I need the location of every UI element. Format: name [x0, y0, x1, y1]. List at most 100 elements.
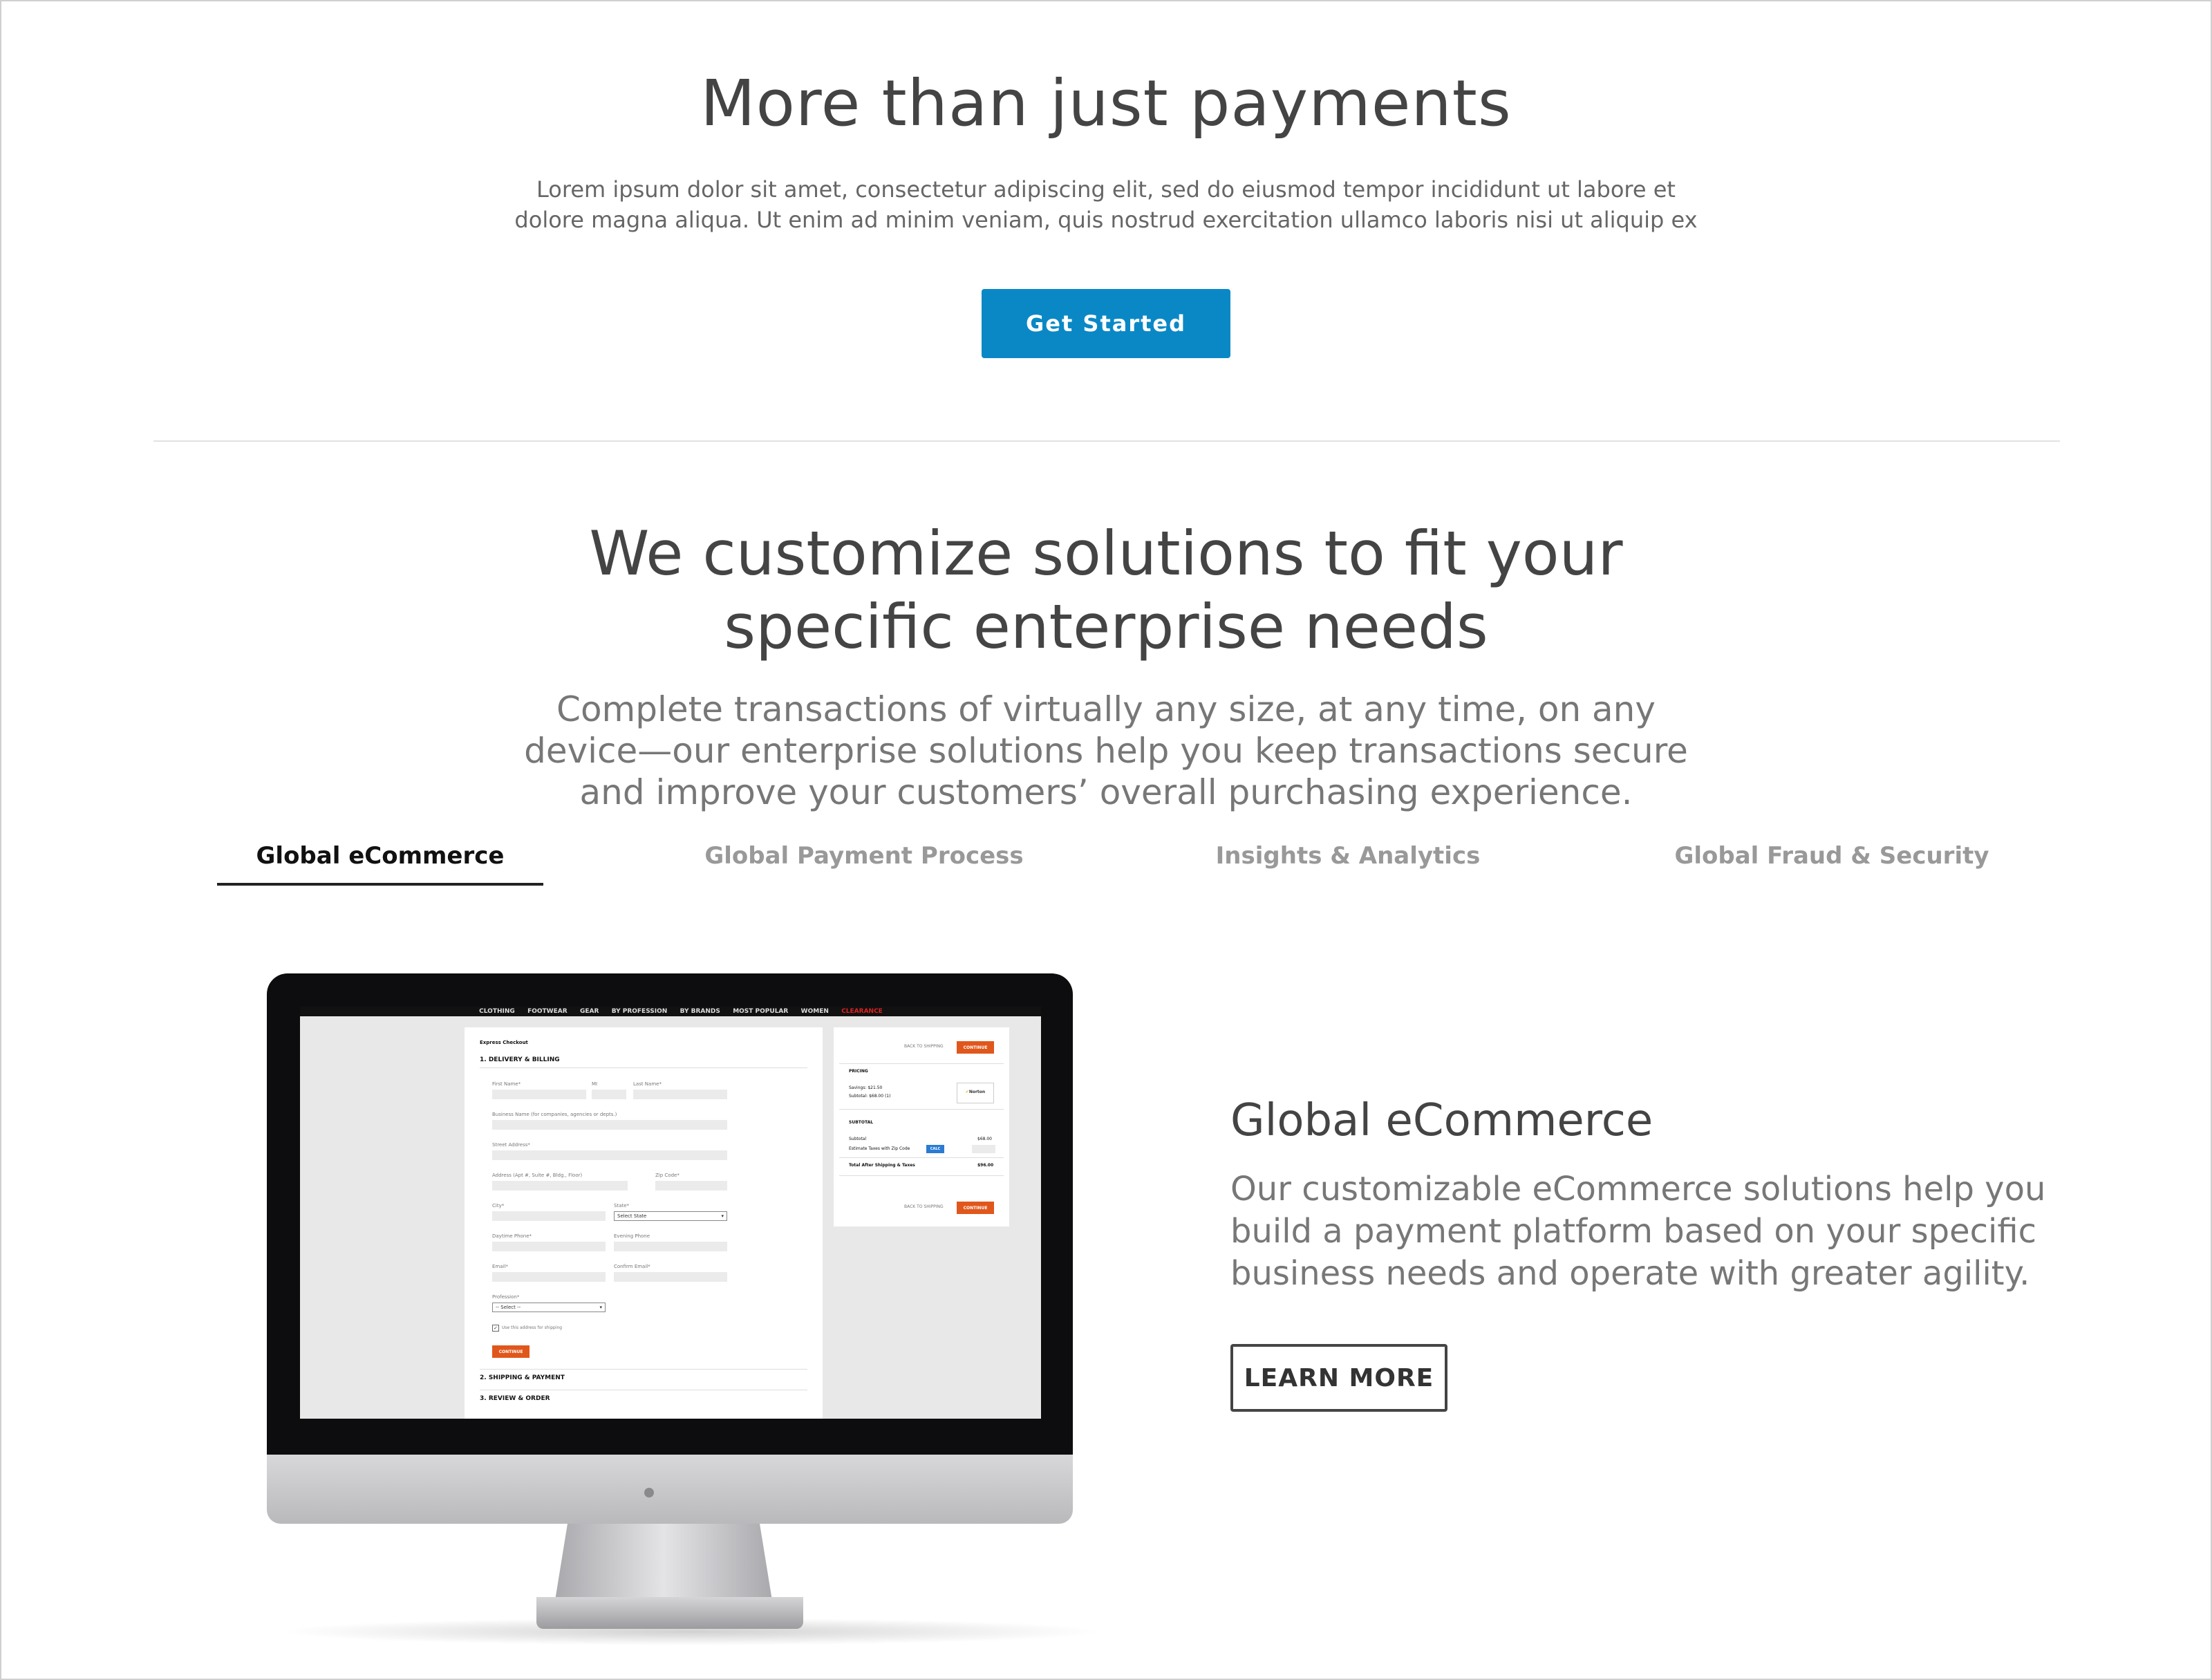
step-review-order: 3. REVIEW & ORDER	[480, 1395, 550, 1402]
field-label: State*	[614, 1203, 630, 1208]
divider	[839, 1157, 1004, 1158]
continue-button[interactable]: CONTINUE	[492, 1345, 529, 1358]
norton-label: Norton	[968, 1090, 986, 1094]
monitor-base	[536, 1597, 803, 1629]
solutions-title-line: specific enterprise needs	[724, 591, 1488, 662]
field-label: Address (Apt #, Suite #, Bldg., Floor)	[492, 1173, 583, 1178]
continue-button[interactable]: CONTINUE	[957, 1202, 994, 1214]
subtotal-value: $68.00	[977, 1137, 992, 1141]
step-shipping-payment: 2. SHIPPING & PAYMENT	[480, 1374, 565, 1381]
zip-code-input[interactable]	[972, 1145, 995, 1153]
checkbox-icon[interactable]: ✓	[492, 1325, 499, 1332]
last-name-input[interactable]	[633, 1090, 727, 1099]
monitor-screen: CLOTHING FOOTWEAR GEAR BY PROFESSION BY …	[300, 1007, 1041, 1419]
store-nav-item: BY PROFESSION	[611, 1008, 668, 1015]
chevron-down-icon: ▾	[599, 1305, 602, 1310]
field-label: Profession*	[492, 1294, 520, 1300]
store-nav-item: GEAR	[579, 1008, 599, 1015]
get-started-button[interactable]: Get Started	[982, 289, 1230, 358]
section-divider	[153, 440, 2060, 442]
email-input[interactable]	[492, 1272, 606, 1282]
solutions-title: We customize solutions to fit your speci…	[0, 517, 2212, 664]
subtotal-count: Subtotal: $68.00 (1)	[849, 1094, 891, 1099]
hero-title: More than just payments	[700, 66, 1512, 140]
divider	[480, 1369, 807, 1370]
monitor-chin	[267, 1455, 1073, 1524]
feature-text-line: build a payment platform based on your s…	[1230, 1212, 2036, 1251]
store-nav-item: CLEARANCE	[841, 1008, 883, 1015]
subtotal-label: Subtotal	[849, 1137, 867, 1141]
store-nav-item: WOMEN	[800, 1008, 829, 1015]
chevron-down-icon: ▾	[721, 1213, 724, 1219]
divider	[839, 1109, 1004, 1110]
active-tab-indicator	[217, 883, 543, 886]
store-nav-item: BY BRANDS	[679, 1008, 720, 1015]
mi-input[interactable]	[592, 1090, 626, 1099]
apple-logo-icon	[644, 1488, 654, 1497]
tab-global-ecommerce[interactable]: Global eCommerce	[217, 842, 543, 884]
field-label: Last Name*	[633, 1081, 662, 1087]
estimate-taxes-label: Estimate Taxes with Zip Code	[849, 1146, 910, 1151]
hero-text-line: Lorem ipsum dolor sit amet, consectetur …	[536, 176, 1676, 203]
back-to-shipping-link[interactable]: BACK TO SHIPPING	[904, 1044, 944, 1049]
address2-input[interactable]	[492, 1181, 628, 1191]
total-value: $96.00	[977, 1163, 994, 1168]
business-name-input[interactable]	[492, 1120, 727, 1130]
evening-phone-input[interactable]	[614, 1242, 727, 1251]
zip-input[interactable]	[655, 1181, 727, 1191]
store-nav: CLOTHING FOOTWEAR GEAR BY PROFESSION BY …	[300, 1007, 1041, 1016]
state-select[interactable]: Select State ▾	[614, 1211, 727, 1221]
feature-text-line: Our customizable eCommerce solutions hel…	[1230, 1170, 2046, 1208]
tab-insights-analytics[interactable]: Insights & Analytics	[1189, 842, 1507, 884]
day-phone-input[interactable]	[492, 1242, 606, 1251]
confirm-email-input[interactable]	[614, 1272, 727, 1282]
divider	[839, 1175, 1004, 1176]
state-select-value: Select State	[617, 1213, 647, 1219]
profession-select[interactable]: -- Select -- ▾	[492, 1303, 606, 1312]
hero-text-line: dolore magna aliqua. Ut enim ad minim ve…	[514, 207, 1698, 233]
field-label: Street Address*	[492, 1142, 530, 1148]
checkout-form: Express Checkout 1. DELIVERY & BILLING F…	[465, 1027, 823, 1419]
calc-button[interactable]: CALC	[926, 1145, 944, 1153]
savings-text: Savings: $21.50	[849, 1085, 883, 1090]
field-label: City*	[492, 1203, 505, 1208]
divider	[480, 1067, 807, 1068]
feature-title: Global eCommerce	[1230, 1095, 1653, 1146]
pricing-heading: PRICING	[849, 1069, 868, 1074]
store-nav-item: FOOTWEAR	[527, 1008, 568, 1015]
store-nav-item: CLOTHING	[479, 1008, 515, 1015]
field-label: Business Name (for companies, agencies o…	[492, 1112, 617, 1117]
divider	[839, 1063, 1004, 1064]
tab-global-payment-process[interactable]: Global Payment Process	[698, 842, 1030, 884]
feature-text: Our customizable eCommerce solutions hel…	[1230, 1168, 2115, 1295]
field-label: Daytime Phone*	[492, 1233, 532, 1239]
profession-select-value: -- Select --	[496, 1305, 521, 1310]
hero-text: Lorem ipsum dolor sit amet, consectetur …	[0, 174, 2212, 235]
solutions-text-line: device—our enterprise solutions help you…	[524, 731, 1688, 771]
continue-button[interactable]: CONTINUE	[957, 1041, 994, 1054]
city-input[interactable]	[492, 1211, 606, 1221]
solutions-title-line: We customize solutions to fit your	[589, 518, 1623, 589]
solutions-text: Complete transactions of virtually any s…	[0, 689, 2212, 813]
first-name-input[interactable]	[492, 1090, 586, 1099]
street-input[interactable]	[492, 1150, 727, 1160]
checkout-title: Express Checkout	[480, 1040, 528, 1045]
solutions-text-line: and improve your customers’ overall purc…	[579, 772, 1633, 812]
order-summary: BACK TO SHIPPING CONTINUE PRICING Saving…	[834, 1027, 1009, 1226]
learn-more-button[interactable]: LEARN MORE	[1230, 1344, 1447, 1412]
checkbox-label: Use this address for shipping	[502, 1325, 563, 1330]
subtotal-heading: SUBTOTAL	[849, 1120, 874, 1125]
tab-global-fraud-security[interactable]: Global Fraud & Security	[1659, 842, 2005, 884]
solutions-text-line: Complete transactions of virtually any s…	[556, 689, 1656, 729]
back-to-shipping-link[interactable]: BACK TO SHIPPING	[904, 1204, 944, 1209]
field-label: Zip Code*	[655, 1173, 679, 1178]
step-delivery-billing: 1. DELIVERY & BILLING	[480, 1056, 560, 1063]
total-label: Total After Shipping & Taxes	[849, 1163, 915, 1168]
field-label: Evening Phone	[614, 1233, 650, 1239]
field-label: Email*	[492, 1264, 508, 1269]
field-label: First Name*	[492, 1081, 521, 1087]
feature-text-line: business needs and operate with greater …	[1230, 1254, 2030, 1293]
norton-badge: ✔Norton	[957, 1083, 994, 1103]
field-label: Confirm Email*	[614, 1264, 650, 1269]
store-nav-item: MOST POPULAR	[733, 1008, 789, 1015]
